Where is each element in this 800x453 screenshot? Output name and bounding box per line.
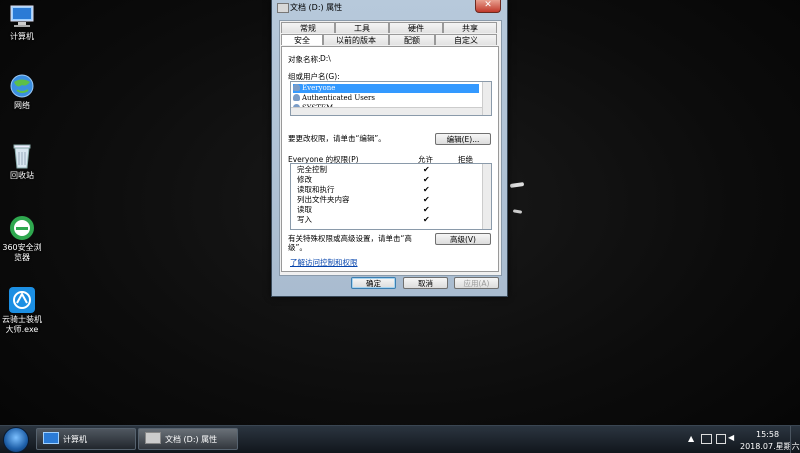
dialog-title: 文档 (D:) 属性 [290,3,343,12]
advanced-hint-line2: 级”。 [288,243,307,252]
user-list[interactable]: Everyone Authenticated Users SYSTEM [290,81,492,116]
show-desktop-button[interactable] [790,426,800,453]
permission-name: 读取 [297,205,312,214]
user-group-icon [293,84,300,91]
network-icon [8,73,36,99]
tab-customize[interactable]: 自定义 [435,34,497,45]
properties-dialog: 文档 (D:) 属性 ✕ 常规 工具 硬件 共享 安全 以前的版本 配额 自定义… [271,0,508,297]
browser-360-icon [8,215,36,241]
taskbar: 计算机 文档 (D:) 属性 ▲ ◀ 15:58 2018.07.星期六 [0,425,800,453]
advanced-button[interactable]: 高级(V) [435,233,491,245]
cancel-button[interactable]: 取消 [403,277,448,289]
computer-icon [8,4,36,30]
permissions-list: 完全控制 修改 读取和执行 列出文件夹内容 读取 写入 ✔ ✔ ✔ ✔ ✔ ✔ [290,163,492,230]
edit-button[interactable]: 编辑(E)... [435,133,491,145]
tab-previous-versions[interactable]: 以前的版本 [323,34,389,45]
learn-access-control-link[interactable]: 了解访问控制和权限 [290,257,358,268]
object-name-label: 对象名称: [288,55,321,64]
permission-name: 列出文件夹内容 [297,195,350,204]
recycle-bin-icon [8,143,36,169]
desktop-decoration [509,182,525,188]
tab-quota[interactable]: 配额 [389,34,435,45]
desktop-icon-label: 计算机 [10,32,34,41]
user-group-icon [293,94,300,101]
permission-name: 读取和执行 [297,185,335,194]
permission-name: 写入 [297,215,312,224]
user-item[interactable]: Authenticated Users [293,94,375,103]
desktop-icon-recycle-bin[interactable]: 回收站 [2,143,42,181]
desktop-icon-label: 云骑士装机大师.exe [2,315,42,334]
user-list-hscrollbar[interactable] [291,107,482,115]
tab-tools[interactable]: 工具 [335,22,389,33]
desktop-icon-label: 360安全浏览器 [2,243,42,262]
taskbar-item-computer[interactable]: 计算机 [36,428,136,450]
taskbar-item-properties[interactable]: 文档 (D:) 属性 [138,428,238,450]
taskbar-item-label: 文档 (D:) 属性 [165,435,218,444]
permission-name: 修改 [297,175,312,184]
tab-hardware[interactable]: 硬件 [389,22,443,33]
tab-row-back: 常规 工具 硬件 共享 [281,22,497,34]
computer-icon [43,432,59,444]
desktop-icon-360-browser[interactable]: 360安全浏览器 [0,215,44,263]
show-hidden-icons-icon[interactable]: ▲ [688,434,694,443]
allow-check-icon: ✔ [423,205,430,214]
allow-check-icon: ✔ [423,185,430,194]
allow-check-icon: ✔ [423,215,430,224]
installer-app-icon [8,287,36,313]
tab-sharing[interactable]: 共享 [443,22,497,33]
desktop-icon-label: 回收站 [10,171,34,180]
drive-icon [145,432,161,444]
desktop-icon-computer[interactable]: 计算机 [2,4,42,42]
desktop-icon-installer[interactable]: 云骑士装机大师.exe [0,287,44,335]
network-tray-icon[interactable] [716,434,726,444]
allow-check-icon: ✔ [423,175,430,184]
ok-button[interactable]: 确定 [351,277,396,289]
volume-icon[interactable]: ◀ [728,433,734,442]
user-item-label: Authenticated Users [302,94,375,102]
clock-time[interactable]: 15:58 [756,430,779,439]
taskbar-item-label: 计算机 [63,435,87,444]
allow-check-icon: ✔ [423,165,430,174]
user-item-label: Everyone [302,84,336,92]
permissions-scrollbar[interactable] [482,164,491,229]
permission-name: 完全控制 [297,165,327,174]
apply-button[interactable]: 应用(A) [454,277,499,289]
drive-icon [277,3,289,13]
close-button[interactable]: ✕ [475,0,501,13]
object-name-value: D:\ [320,54,331,63]
user-list-scrollbar[interactable] [482,82,491,115]
security-panel: 对象名称: D:\ 组或用户名(G): Everyone Authenticat… [281,46,499,272]
tab-security[interactable]: 安全 [281,34,323,45]
desktop-icon-label: 网络 [14,101,30,110]
dialog-titlebar[interactable]: 文档 (D:) 属性 ✕ [272,0,507,15]
start-button[interactable] [3,427,29,453]
desktop-icon-network[interactable]: 网络 [2,73,42,111]
tab-general[interactable]: 常规 [281,22,335,33]
edit-hint: 要更改权限，请单击“编辑”。 [288,134,386,143]
user-item[interactable]: Everyone [293,84,479,93]
allow-check-icon: ✔ [423,195,430,204]
desktop-decoration [512,209,523,214]
tab-row-front: 安全 以前的版本 配额 自定义 [281,34,497,46]
action-center-icon[interactable] [701,434,712,444]
